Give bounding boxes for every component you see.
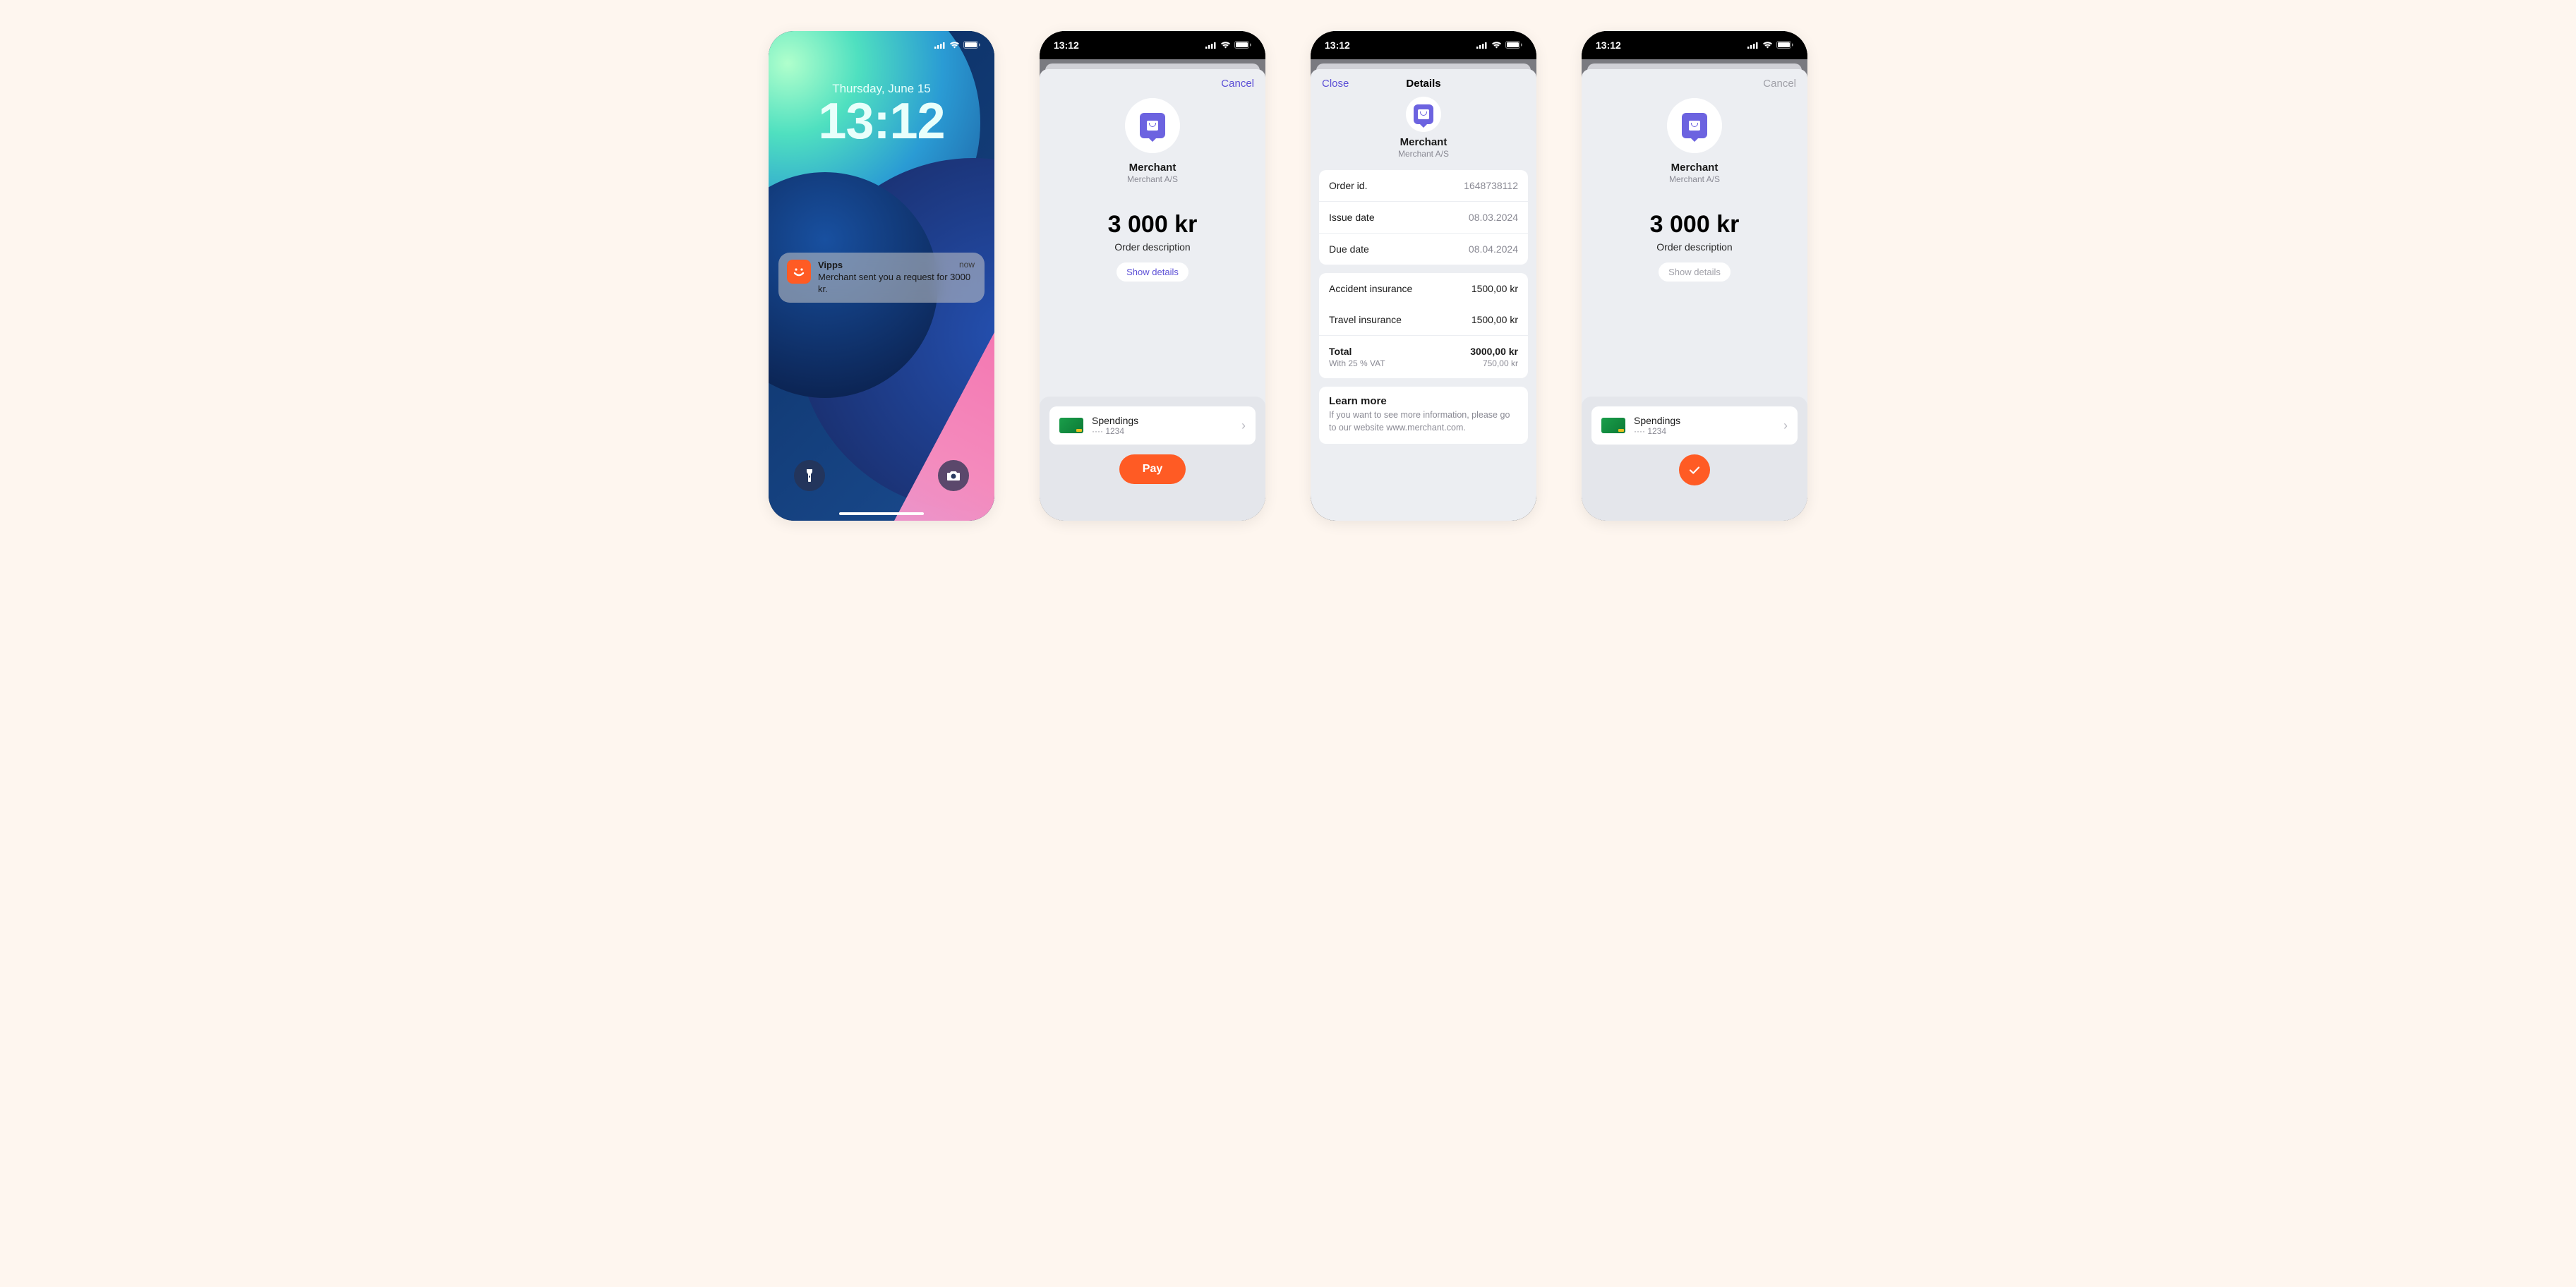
status-time: 13:12 — [1325, 40, 1350, 51]
line-items-card: Accident insurance 1500,00 kr Travel ins… — [1319, 273, 1528, 378]
status-icons — [1747, 40, 1793, 51]
battery-icon — [1505, 40, 1522, 51]
signal-icon — [934, 40, 946, 51]
card-name: Spendings — [1092, 415, 1233, 426]
total-row: Total 3000,00 kr With 25 % VAT 750,00 kr — [1319, 335, 1528, 378]
order-description: Order description — [1582, 241, 1807, 253]
meta-row: Issue date 08.03.2024 — [1319, 202, 1528, 234]
cancel-button[interactable]: Cancel — [1219, 78, 1254, 90]
merchant-name: Merchant — [1311, 136, 1536, 148]
status-bar: 13:12 — [1311, 31, 1536, 59]
order-meta-card: Order id. 1648738112 Issue date 08.03.20… — [1319, 170, 1528, 265]
details-phone: 13:12 Close Details Merchant — [1311, 31, 1536, 521]
card-thumbnail-icon — [1059, 418, 1083, 433]
details-sheet: Close Details Merchant Merchant A/S Orde… — [1311, 69, 1536, 521]
card-last-digits: ···· 1234 — [1634, 426, 1775, 436]
line-item: Travel insurance 1500,00 kr — [1319, 304, 1528, 335]
wifi-icon — [949, 40, 960, 51]
payment-card-selector[interactable]: Spendings ···· 1234 › — [1049, 406, 1256, 445]
payment-request-phone: 13:12 Cancel Merchant Mer — [1040, 31, 1265, 521]
status-time: 13:12 — [1054, 40, 1079, 51]
payment-amount: 3 000 kr — [1040, 211, 1265, 238]
shopping-bag-icon — [1682, 113, 1707, 138]
payment-sheet: Cancel Merchant Merchant A/S 3 000 kr Or… — [1040, 69, 1265, 521]
sheet-title: Details — [1357, 78, 1490, 90]
signal-icon — [1476, 40, 1488, 51]
payment-amount: 3 000 kr — [1582, 211, 1807, 238]
learn-more-title: Learn more — [1329, 395, 1518, 407]
status-icons — [1476, 40, 1522, 51]
card-last-digits: ···· 1234 — [1092, 426, 1233, 436]
card-name: Spendings — [1634, 415, 1775, 426]
show-details-button-disabled: Show details — [1659, 262, 1731, 282]
order-description: Order description — [1040, 241, 1265, 253]
meta-row: Due date 08.04.2024 — [1319, 234, 1528, 265]
card-thumbnail-icon — [1601, 418, 1625, 433]
shopping-bag-icon — [1414, 104, 1433, 124]
payment-sheet: Cancel Merchant Merchant A/S 3 000 kr Or… — [1582, 69, 1807, 521]
chevron-right-icon: › — [1783, 418, 1788, 433]
notification-time: now — [959, 260, 975, 270]
cancel-button-disabled: Cancel — [1761, 78, 1796, 90]
learn-more-card: Learn more If you want to see more infor… — [1319, 387, 1528, 444]
status-icons — [1205, 40, 1251, 51]
merchant-legal-name: Merchant A/S — [1040, 174, 1265, 184]
home-indicator — [839, 512, 924, 515]
learn-more-text: If you want to see more information, ple… — [1329, 409, 1518, 434]
notification-app-name: Vipps — [818, 260, 976, 272]
payment-card-selector[interactable]: Spendings ···· 1234 › — [1591, 406, 1798, 445]
success-phone: 13:12 Cancel Merchant Mer — [1582, 31, 1807, 521]
merchant-logo — [1406, 97, 1441, 132]
status-bar: 13:12 — [1040, 31, 1265, 59]
status-time: 13:12 — [1596, 40, 1621, 51]
camera-button[interactable] — [938, 460, 969, 491]
close-button[interactable]: Close — [1322, 78, 1357, 90]
shopping-bag-icon — [1140, 113, 1165, 138]
wifi-icon — [1491, 40, 1502, 51]
show-details-button[interactable]: Show details — [1117, 262, 1188, 282]
success-check-button — [1679, 454, 1710, 485]
status-icons — [934, 40, 980, 51]
merchant-legal-name: Merchant A/S — [1582, 174, 1807, 184]
merchant-name: Merchant — [1040, 162, 1265, 174]
notification-body: Merchant sent you a request for 3000 kr. — [818, 272, 976, 296]
merchant-logo — [1125, 98, 1180, 153]
check-icon — [1687, 463, 1702, 477]
signal-icon — [1205, 40, 1217, 51]
pay-button[interactable]: Pay — [1119, 454, 1186, 484]
chevron-right-icon: › — [1241, 418, 1246, 433]
vipps-app-icon — [787, 260, 811, 284]
merchant-legal-name: Merchant A/S — [1311, 149, 1536, 159]
status-bar: 13:12 — [1582, 31, 1807, 59]
lockscreen-phone: Thursday, June 15 13:12 Vipps Merchant s… — [769, 31, 994, 521]
line-item: Accident insurance 1500,00 kr — [1319, 273, 1528, 304]
battery-icon — [963, 40, 980, 51]
merchant-logo — [1667, 98, 1722, 153]
signal-icon — [1747, 40, 1759, 51]
wifi-icon — [1762, 40, 1773, 51]
status-bar — [769, 31, 994, 59]
battery-icon — [1776, 40, 1793, 51]
battery-icon — [1234, 40, 1251, 51]
merchant-name: Merchant — [1582, 162, 1807, 174]
meta-row: Order id. 1648738112 — [1319, 170, 1528, 202]
wifi-icon — [1220, 40, 1231, 51]
flashlight-button[interactable] — [794, 460, 825, 491]
notification-card[interactable]: Vipps Merchant sent you a request for 30… — [778, 253, 985, 303]
lockscreen-time: 13:12 — [769, 96, 994, 147]
